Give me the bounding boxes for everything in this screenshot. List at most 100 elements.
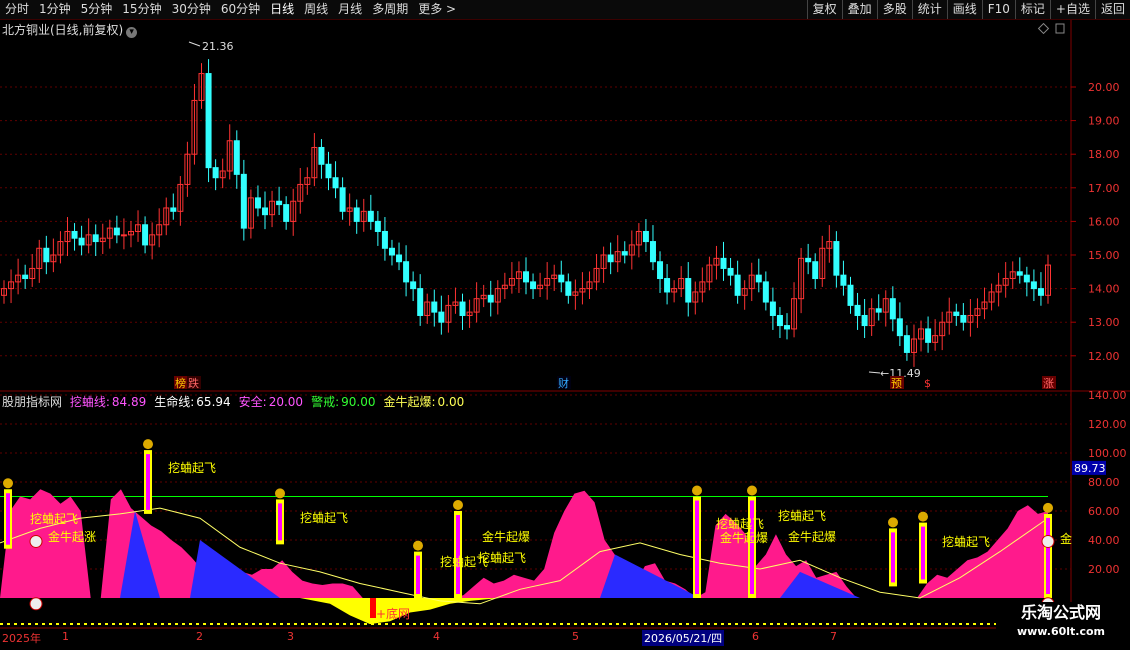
ind-axis-label-1: 120.00 — [1088, 418, 1127, 431]
signal-label-12: 金 — [1060, 531, 1072, 546]
ind-axis-label-5: 60.00 — [1088, 505, 1120, 518]
candle-body — [565, 281, 572, 296]
candle-body — [854, 304, 861, 316]
candle-body — [396, 254, 403, 263]
butterfly-icon — [453, 500, 463, 510]
indicator-field-4: 金牛起爆: 0.00 — [383, 395, 465, 409]
candle-body — [784, 325, 790, 330]
price-label-1: 19.00 — [1088, 115, 1120, 128]
watermark-title: 乐淘公式网 — [1020, 603, 1101, 622]
ind-axis-label-0: 140.00 — [1088, 389, 1127, 402]
candle-body — [318, 146, 325, 165]
signal-bar-inner-0 — [6, 493, 10, 545]
candle-body — [861, 314, 868, 327]
candle-body — [283, 204, 290, 222]
date-label-8: 7 — [830, 630, 837, 643]
date-axis: 2025年 1 2 3 4 5 2026/05/21/四 6 7 — [0, 628, 1130, 650]
indicator-name: 股朋指标网 — [2, 395, 63, 409]
candle-body — [325, 163, 332, 179]
signal-bar-inner-3 — [416, 555, 420, 594]
candle-body — [120, 234, 127, 237]
event-tag-0: 榜 — [175, 376, 186, 390]
candle-body — [276, 200, 283, 206]
candle-body — [840, 274, 847, 286]
candle-body — [78, 237, 85, 246]
kline-chart[interactable]: 20.00 19.00 18.00 17.00 16.00 15.00 14.00 13.00… — [0, 0, 1130, 650]
candle-body — [142, 224, 149, 246]
candle-body — [762, 281, 769, 303]
candle-body — [1037, 288, 1044, 296]
signal-label-8: 金牛起爆 — [720, 530, 768, 545]
candle-body — [113, 227, 120, 236]
high-marker-line — [188, 41, 201, 47]
candle-body — [240, 173, 247, 229]
candle-body — [776, 314, 783, 327]
candle-body — [22, 274, 29, 280]
candle-body — [769, 301, 776, 316]
candle-body — [374, 220, 381, 232]
candle-body — [388, 247, 395, 256]
signal-label-6: 挖蛐起飞 — [478, 550, 526, 565]
signal-bar-inner-6 — [750, 500, 754, 594]
signal-bar-inner-8 — [921, 526, 925, 580]
indicator-field-2: 安全: 20.00 — [238, 395, 304, 409]
candle-body — [953, 311, 960, 316]
butterfly-icon — [747, 485, 757, 496]
signal-label-13: +底网 — [376, 606, 410, 621]
candle-body — [720, 257, 727, 269]
candle-body — [889, 298, 896, 320]
candle-body — [71, 230, 78, 239]
butterfly-icon — [275, 488, 285, 499]
candle-body — [92, 234, 99, 243]
candle-body — [1030, 281, 1037, 290]
ind-axis-label-2: 100.00 — [1088, 447, 1127, 460]
candle-body — [812, 261, 819, 280]
candle-body — [523, 271, 529, 283]
butterfly-icon — [1043, 502, 1053, 513]
butterfly-icon — [888, 517, 898, 528]
candle-body — [1023, 274, 1030, 283]
signal-label-9: 挖蛐起飞 — [778, 508, 826, 523]
candle-body — [649, 241, 656, 263]
signal-bar-inner-9 — [1046, 517, 1050, 594]
candle-body — [833, 241, 840, 276]
price-label-7: 13.00 — [1088, 316, 1120, 329]
candle-body — [381, 230, 388, 249]
signal-label-5: 金牛起爆 — [482, 529, 530, 544]
event-tag-1: 跌 — [188, 376, 199, 390]
watermark-url: www.60lt.com — [1016, 625, 1106, 638]
candle-body — [403, 261, 410, 283]
current-value-label: 89.73 — [1074, 462, 1106, 475]
candle-body — [925, 328, 932, 343]
candle-body — [734, 274, 741, 296]
signal-label-3: 挖蛐起飞 — [300, 510, 348, 525]
candle-body — [233, 140, 240, 175]
candle-body — [353, 207, 360, 222]
signal-label-10: 金牛起爆 — [788, 529, 836, 544]
candle-body — [417, 288, 424, 316]
candle-body — [339, 187, 346, 212]
date-label-5: 5 — [572, 630, 579, 643]
butterfly-icon — [3, 478, 13, 489]
indicator-field-0: 挖蛐线: 84.89 — [69, 395, 147, 409]
candle-body — [805, 257, 812, 263]
price-label-5: 15.00 — [1088, 249, 1120, 262]
indicator-header: 股朋指标网 挖蛐线: 84.89 生命线: 65.94 安全: 20.00 警戒: 90.00… — [2, 393, 472, 410]
candle-body — [621, 251, 628, 256]
signal-bar-inner-2 — [278, 503, 282, 541]
signal-label-1: 金牛起涨 — [48, 529, 96, 544]
price-label-4: 16.00 — [1088, 215, 1120, 228]
event-tag-2: 财 — [558, 376, 569, 390]
coin-icon — [1041, 534, 1055, 548]
candle-body — [558, 274, 565, 283]
event-tag-4: $ — [924, 377, 931, 390]
candle-body — [170, 207, 177, 212]
candle-body — [43, 247, 50, 263]
butterfly-icon — [692, 485, 702, 496]
plus-icon — [29, 597, 43, 611]
price-label-2: 18.00 — [1088, 148, 1120, 161]
event-tag-5: 涨 — [1043, 377, 1054, 390]
signal-label-0: 挖蛐起飞 — [30, 511, 78, 526]
candle-body — [438, 311, 445, 323]
candle-body — [607, 254, 614, 263]
